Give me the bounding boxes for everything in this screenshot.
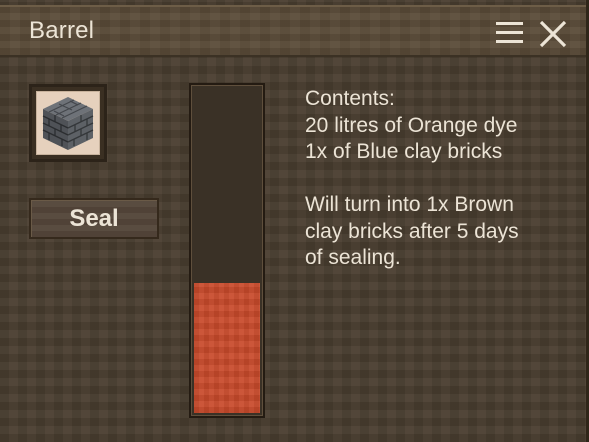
window-title: Barrel (29, 17, 95, 44)
item-contents-line: 1x of Blue clay bricks (305, 140, 503, 163)
input-item-slot[interactable] (29, 84, 107, 162)
result-line: clay bricks after 5 days (305, 219, 519, 243)
result-line: of sealing. (305, 246, 401, 269)
liquid-level-gauge (189, 83, 265, 418)
result-line: Will turn into 1x Brown (305, 193, 514, 216)
blue-clay-bricks-icon[interactable] (36, 91, 100, 155)
barrel-info-text: Contents: 20 litres of Orange dye 1x of … (305, 86, 565, 272)
close-icon[interactable] (537, 18, 569, 50)
liquid-contents-line: 20 litres of Orange dye (305, 113, 518, 137)
title-bar[interactable]: Barrel (0, 5, 586, 57)
menu-line (496, 40, 523, 43)
menu-line (496, 22, 523, 25)
orange-dye-fill (194, 283, 260, 413)
menu-line (496, 31, 523, 34)
contents-heading: Contents: (305, 87, 395, 110)
hamburger-menu-icon[interactable] (494, 19, 524, 47)
seal-button[interactable]: Seal (29, 198, 159, 239)
barrel-dialog: Barrel Seal Contents: 20 litres of Orang… (0, 0, 589, 442)
